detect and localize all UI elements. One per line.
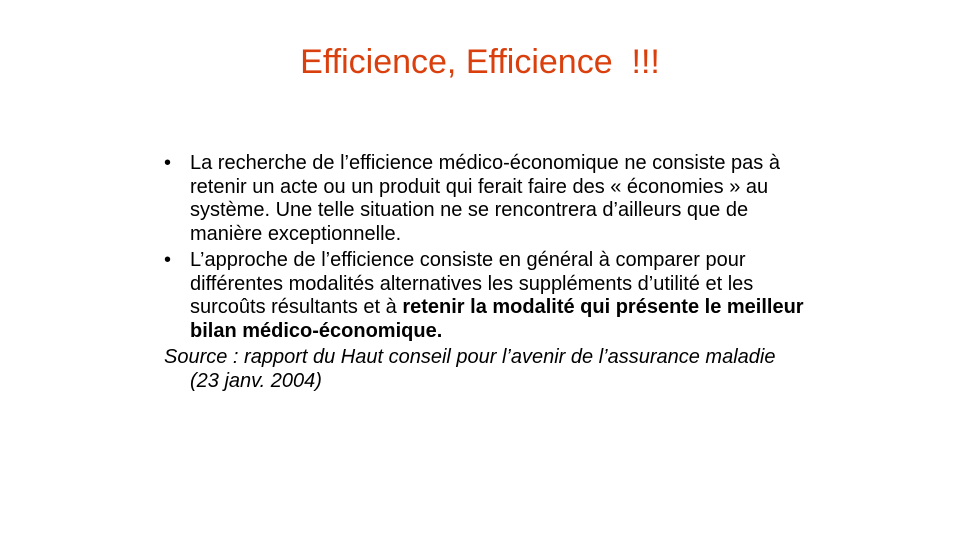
slide-title: Efficience, Efficience !!! [300, 43, 660, 81]
bullet-text: La recherche de l’efficience médico-écon… [190, 152, 780, 245]
bullet-item-2: • L’approche de l’efficience consiste en… [164, 249, 804, 343]
bullet-icon: • [164, 249, 172, 271]
slide: Efficience, Efficience !!! • La recherch… [0, 0, 960, 540]
bullet-item-1: • La recherche de l’efficience médico-éc… [164, 152, 804, 246]
source-citation: Source : rapport du Haut conseil pour l’… [164, 346, 776, 392]
slide-body: • La recherche de l’efficience médico-éc… [164, 152, 804, 393]
bullet-icon: • [164, 152, 172, 174]
